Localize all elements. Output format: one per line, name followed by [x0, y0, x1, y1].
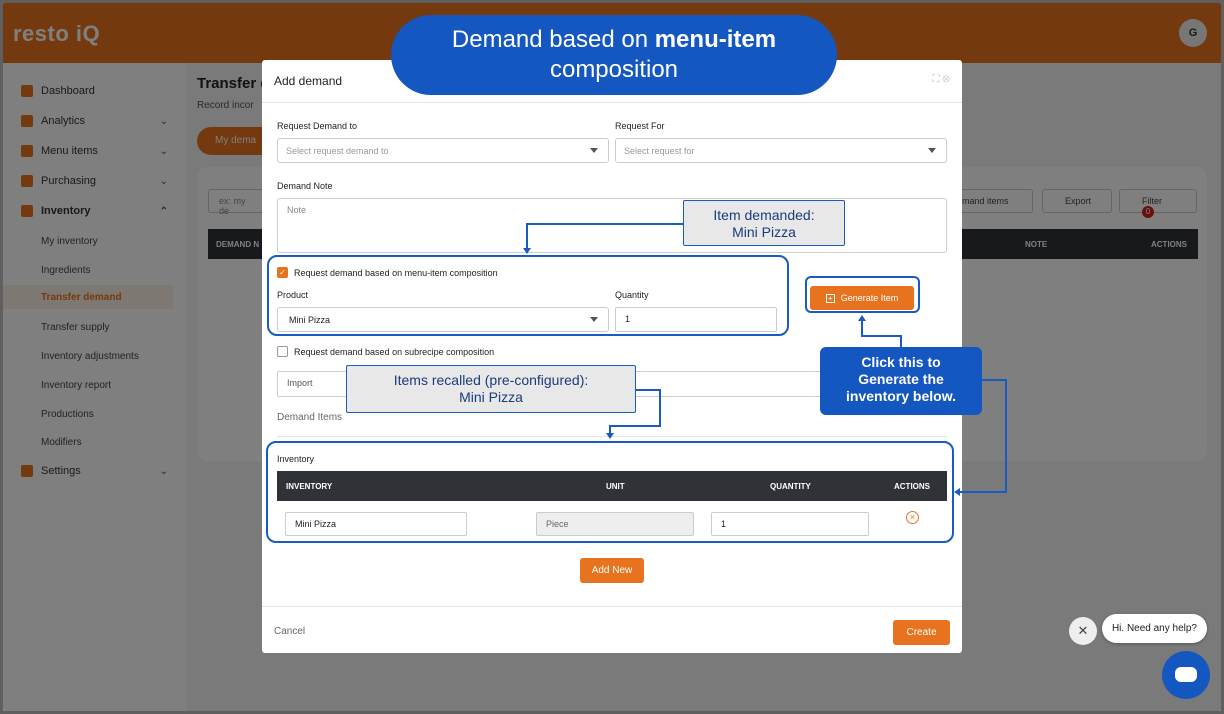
app-window: resto iQ G Dashboard Analytics⌄ Menu ite…	[3, 3, 1221, 711]
tip-item-demanded: Item demanded: Mini Pizza	[683, 200, 845, 246]
connector	[861, 335, 902, 337]
request-for-label: Request For	[615, 121, 665, 131]
connector	[982, 379, 1007, 381]
connector	[609, 425, 661, 427]
demand-note-label: Demand Note	[277, 181, 333, 191]
connector	[609, 425, 611, 433]
annotation-title-bold: menu-item	[654, 26, 777, 53]
chat-dismiss-icon[interactable]: ✕	[1069, 617, 1097, 645]
tip-text: inventory below.	[846, 388, 956, 404]
annotation-title: Demand based on menu-item composition	[391, 15, 837, 95]
modal-title: Add demand	[274, 74, 343, 88]
connector	[861, 321, 863, 337]
create-button[interactable]: Create	[893, 620, 950, 645]
arrow-up-icon	[858, 315, 866, 321]
annotation-title-text: Demand based on	[451, 26, 655, 53]
callout-generate-box	[805, 276, 920, 313]
request-for-select[interactable]: Select request for	[615, 138, 947, 163]
connector	[526, 223, 683, 225]
chevron-down-icon	[928, 148, 936, 153]
tip-text: Mini Pizza	[459, 389, 523, 405]
connector	[636, 389, 661, 391]
add-new-button[interactable]: Add New	[580, 558, 644, 583]
request-demand-to-select[interactable]: Select request demand to	[277, 138, 609, 163]
annotation-title-line2: composition	[549, 56, 679, 83]
chat-greeting[interactable]: Hi. Need any help?	[1101, 614, 1207, 643]
tip-text: Click this to	[861, 354, 941, 370]
divider	[262, 102, 962, 103]
callout-menu-item-box	[267, 255, 789, 336]
arrow-down-icon	[606, 433, 614, 439]
demand-note-textarea[interactable]: Note	[277, 198, 947, 253]
connector	[526, 223, 528, 249]
subrecipe-composition-label: Request demand based on subrecipe compos…	[294, 347, 495, 357]
divider	[262, 606, 962, 607]
connector	[960, 491, 1007, 493]
select-placeholder: Select request for	[624, 146, 695, 156]
demand-items-heading: Demand Items	[277, 412, 343, 423]
tip-click-generate: Click this to Generate the inventory bel…	[820, 347, 982, 415]
arrow-down-icon	[523, 248, 531, 254]
chevron-down-icon	[590, 148, 598, 153]
arrow-left-icon	[954, 488, 960, 496]
request-demand-to-label: Request Demand to	[277, 121, 358, 131]
callout-inventory-box	[266, 441, 954, 543]
tip-items-recalled: Items recalled (pre-configured): Mini Pi…	[346, 365, 636, 413]
tip-text: Item demanded:	[713, 207, 815, 223]
tip-text: Generate the	[858, 371, 944, 387]
connector	[1005, 379, 1007, 493]
connector	[659, 389, 661, 427]
close-icon[interactable]: ⊗	[942, 74, 950, 85]
expand-icon[interactable]: ⛶	[932, 74, 939, 85]
cancel-button[interactable]: Cancel	[274, 626, 305, 637]
chat-launcher-button[interactable]	[1162, 651, 1210, 699]
tip-text: Mini Pizza	[732, 224, 796, 240]
tip-text: Items recalled (pre-configured):	[393, 372, 589, 388]
annotation-title-line1: Demand based on menu-item	[391, 25, 837, 55]
subrecipe-composition-checkbox[interactable]	[277, 346, 288, 357]
chat-icon	[1175, 667, 1197, 682]
modal-window-controls: ⛶ ⊗	[932, 74, 950, 85]
select-placeholder: Select request demand to	[286, 146, 389, 156]
